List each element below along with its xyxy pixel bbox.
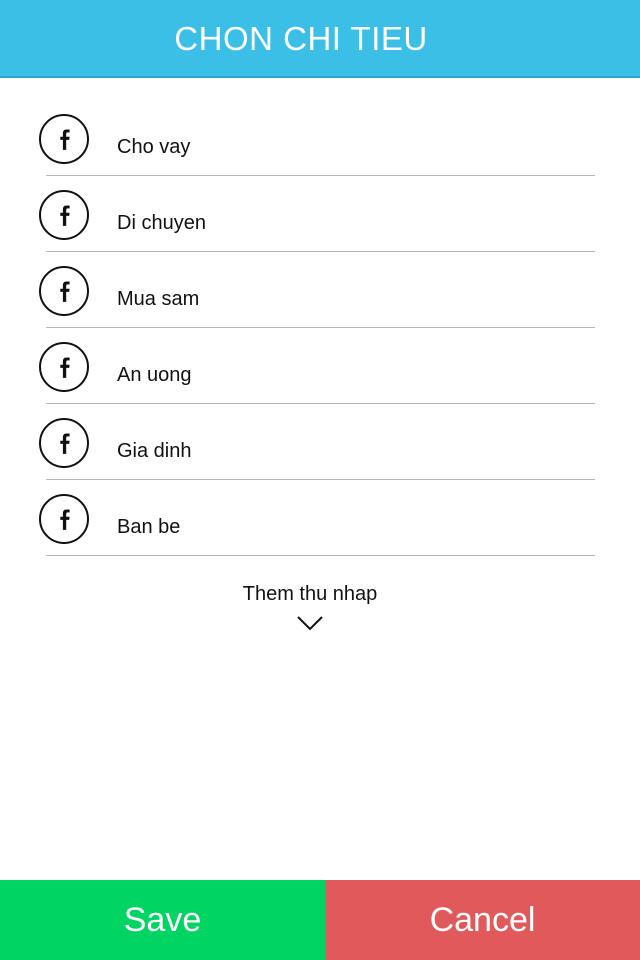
category-item-gia-dinh[interactable]: Gia dinh <box>0 404 640 480</box>
app-header: CHON CHI TIEU <box>0 0 640 78</box>
facebook-icon <box>39 418 89 468</box>
facebook-icon <box>39 342 89 392</box>
category-label: Di chuyen <box>117 212 206 234</box>
category-label: Gia dinh <box>117 440 192 462</box>
add-income-label: Them thu nhap <box>242 583 378 605</box>
category-label: An uong <box>117 364 192 386</box>
page-title: CHON CHI TIEU <box>174 20 428 57</box>
divider <box>46 555 595 556</box>
action-bar: Save Cancel <box>0 880 640 960</box>
cancel-button[interactable]: Cancel <box>325 880 640 960</box>
category-item-mua-sam[interactable]: Mua sam <box>0 252 640 328</box>
category-label: Mua sam <box>117 288 200 310</box>
category-item-di-chuyen[interactable]: Di chuyen <box>0 176 640 252</box>
facebook-icon <box>39 190 89 240</box>
facebook-icon <box>39 114 89 164</box>
save-button[interactable]: Save <box>0 880 325 960</box>
chevron-down-icon <box>297 616 323 631</box>
category-label: Cho vay <box>117 136 191 158</box>
add-income-toggle[interactable]: Them thu nhap <box>0 580 620 632</box>
category-item-ban-be[interactable]: Ban be <box>0 480 640 556</box>
category-item-an-uong[interactable]: An uong <box>0 328 640 404</box>
category-item-cho-vay[interactable]: Cho vay <box>0 100 640 176</box>
category-list: Cho vay Di chuyen Mua sam An uong Gia di… <box>0 100 640 556</box>
category-label: Ban be <box>117 516 181 538</box>
facebook-icon <box>39 266 89 316</box>
facebook-icon <box>39 494 89 544</box>
